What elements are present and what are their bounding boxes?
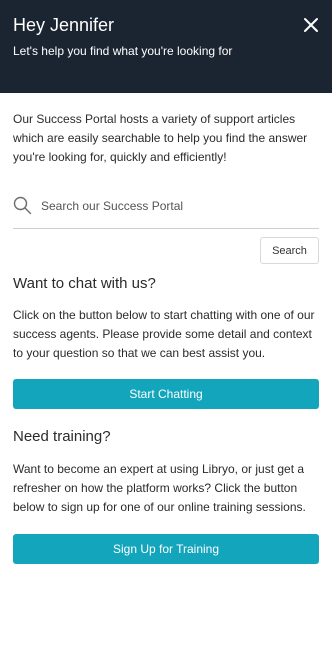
training-section-title: Need training? xyxy=(13,428,111,445)
chat-section-title: Want to chat with us? xyxy=(13,275,156,292)
training-section-text: Want to become an expert at using Libryo… xyxy=(13,462,306,514)
search-button[interactable]: Search xyxy=(260,237,319,264)
header-subtitle: Let's help you find what you're looking … xyxy=(13,44,233,58)
help-panel-content: Our Success Portal hosts a variety of su… xyxy=(0,93,332,564)
close-icon[interactable] xyxy=(303,17,319,33)
search-input[interactable] xyxy=(41,198,301,213)
start-chatting-button[interactable]: Start Chatting xyxy=(13,379,319,409)
chat-section-text: Click on the button below to start chatt… xyxy=(13,308,315,360)
intro-text: Our Success Portal hosts a variety of su… xyxy=(13,112,308,164)
header: Hey Jennifer Let's help you find what yo… xyxy=(0,0,332,93)
search-icon xyxy=(13,196,32,215)
header-title: Hey Jennifer xyxy=(13,15,115,35)
search-button-row: Search xyxy=(13,237,319,264)
sign-up-training-button[interactable]: Sign Up for Training xyxy=(13,534,319,564)
search-bar xyxy=(13,196,319,229)
